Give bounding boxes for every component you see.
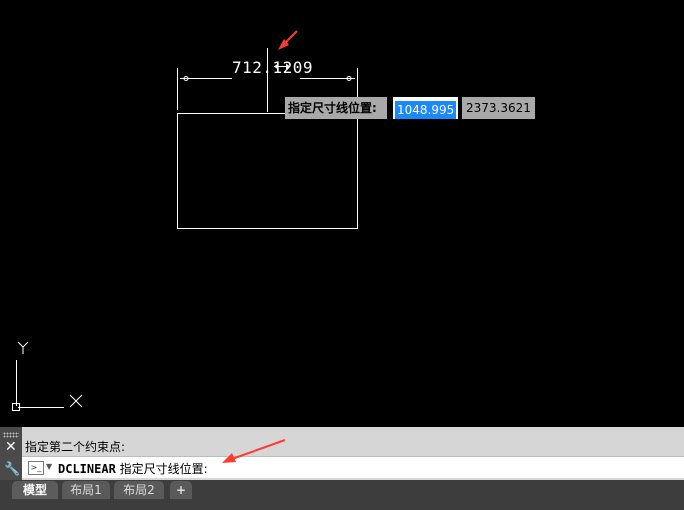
wrench-icon[interactable]: 🔧 <box>4 462 20 477</box>
tab-layout1[interactable]: 布局1 <box>62 481 110 499</box>
command-line-sidebar: ✕ 🔧 <box>0 427 22 480</box>
chevron-down-icon[interactable]: ▼ <box>46 462 52 471</box>
command-input[interactable]: >_ ▼ DCLINEAR 指定尺寸线位置: <box>22 456 684 478</box>
drawing-svg <box>12 30 358 411</box>
command-prompt-icon[interactable]: >_ <box>28 461 44 475</box>
dynamic-input-prompt: 指定尺寸线位置: <box>285 97 387 119</box>
ucs-icon <box>12 341 83 411</box>
rectangle-shape[interactable] <box>177 113 358 229</box>
drawing-canvas[interactable]: 712.1209 指定尺寸线位置: 1048.995 2373.3621 <box>0 0 684 427</box>
command-text: DCLINEAR 指定尺寸线位置: <box>58 460 208 477</box>
tab-layout2[interactable]: 布局2 <box>114 481 164 499</box>
command-history-line: 指定第二个约束点: <box>25 440 126 454</box>
tab-model[interactable]: 模型 <box>12 481 58 499</box>
dynamic-input-x-field[interactable]: 1048.995 <box>393 97 458 119</box>
add-layout-button[interactable]: + <box>170 481 192 499</box>
annotation-arrow-icon <box>278 30 298 50</box>
grip-handle[interactable] <box>3 432 19 438</box>
command-name: DCLINEAR <box>58 462 116 476</box>
close-icon[interactable]: ✕ <box>5 440 17 454</box>
command-prompt: 指定尺寸线位置: <box>115 462 208 476</box>
dynamic-input-x-value: 1048.995 <box>395 101 457 119</box>
dimension-text: 712.1209 <box>232 58 314 77</box>
dynamic-input-y-field[interactable]: 2373.3621 <box>462 97 535 119</box>
